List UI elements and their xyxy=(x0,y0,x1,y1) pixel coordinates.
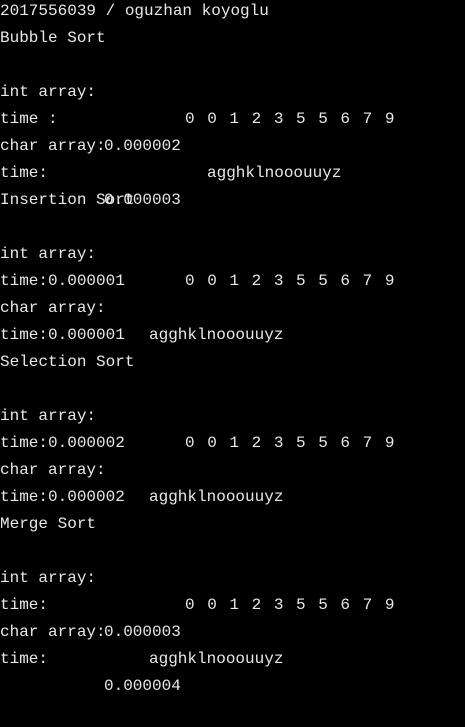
insertion-time2-line: time:0.000001 xyxy=(0,295,465,344)
insertion-char-array-line: char array: agghklnooouuyz xyxy=(0,268,465,344)
bubble-char-array-line: char array: agghklnooouuyz xyxy=(0,106,465,182)
time-label: time: xyxy=(0,164,49,182)
insertion-time1-line: time:0.000001 xyxy=(0,241,465,290)
time-label: time:0.000002 xyxy=(0,488,125,506)
selection-int-array-line: int array: 0 0 1 2 3 5 5 6 7 9 xyxy=(0,376,465,452)
time-label: time:0.000001 xyxy=(0,326,125,344)
bubble-time2-line: time: 0.000003 xyxy=(0,133,465,209)
time-value: 0.000004 xyxy=(104,677,181,695)
merge-time2-line: time: 0.000004 xyxy=(0,619,465,695)
char-array-values: agghklnooouuyz xyxy=(149,650,284,668)
terminal-output: 2017556039 / oguzhan koyoglu Bubble Sort… xyxy=(0,0,465,695)
char-array-values: agghklnooouuyz xyxy=(149,488,284,506)
student-id-name: 2017556039 / oguzhan koyoglu xyxy=(0,2,269,20)
insertion-int-array-line: int array: 0 0 1 2 3 5 5 6 7 9 xyxy=(0,214,465,290)
merge-int-array-line: int array: 0 0 1 2 3 5 5 6 7 9 xyxy=(0,538,465,614)
selection-time1-line: time:0.000002 xyxy=(0,403,465,452)
selection-char-array-line: char array: agghklnooouuyz xyxy=(0,430,465,506)
selection-time2-line: time:0.000002 xyxy=(0,457,465,506)
merge-char-array-line: char array: agghklnooouuyz xyxy=(0,592,465,668)
bubble-time1-line: time : 0.000002 xyxy=(0,79,465,155)
char-array-values: agghklnooouuyz xyxy=(207,164,342,182)
bubble-int-array-line: int array: 0 0 1 2 3 5 5 6 7 9 xyxy=(0,52,465,128)
merge-time1-line: time: 0.000003 xyxy=(0,565,465,641)
time-label: time: xyxy=(0,650,49,668)
char-array-values: agghklnooouuyz xyxy=(149,326,284,344)
